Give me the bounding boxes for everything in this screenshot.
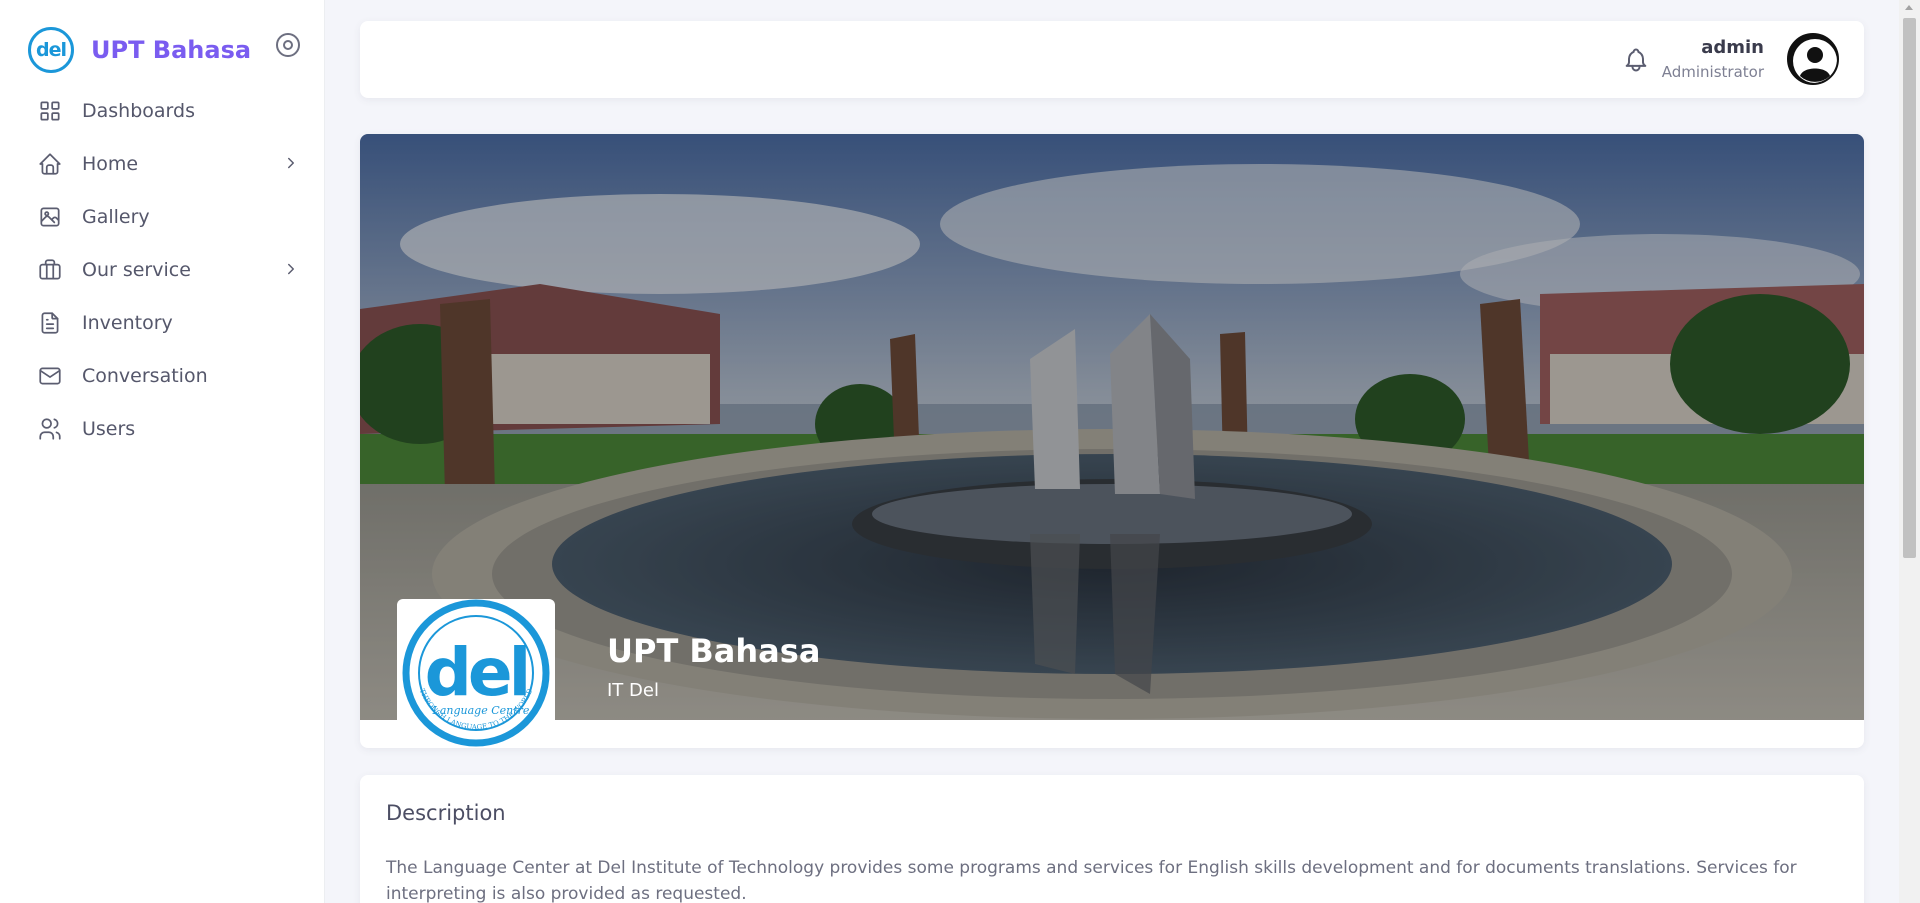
sidebar-item-dashboards[interactable]: Dashboards: [0, 84, 325, 137]
profile-header-card: del Language Centre THROUGH LANGUAGE TO …: [360, 134, 1864, 748]
mail-icon: [36, 362, 64, 390]
image-icon: [36, 203, 64, 231]
profile-title: UPT Bahasa: [607, 632, 821, 670]
profile-subtitle: IT Del: [607, 680, 659, 701]
file-text-icon: [36, 309, 64, 337]
brand[interactable]: del UPT Bahasa: [28, 27, 251, 73]
top-navbar: admin Administrator: [360, 21, 1864, 98]
sidebar-item-label: Users: [82, 417, 136, 440]
briefcase-icon: [36, 256, 64, 284]
page-scrollbar[interactable]: [1899, 0, 1920, 903]
sidebar-item-our-service[interactable]: Our service: [0, 243, 325, 296]
grid-icon: [36, 97, 64, 125]
sidebar-item-label: Home: [82, 152, 139, 175]
user-role: Administrator: [1661, 63, 1764, 81]
sidebar-item-inventory[interactable]: Inventory: [0, 296, 325, 349]
sidebar-item-home[interactable]: Home: [0, 137, 325, 190]
brand-logo-text: del: [36, 39, 67, 61]
banner-overlay: [360, 134, 1864, 720]
brand-name: UPT Bahasa: [91, 36, 252, 64]
sidebar-item-users[interactable]: Users: [0, 402, 325, 455]
description-card: Description The Language Center at Del I…: [360, 775, 1864, 903]
brand-logo: del: [28, 27, 74, 73]
campus-banner-image: [360, 134, 1864, 720]
sidebar-item-label: Inventory: [82, 311, 173, 334]
chevron-right-icon: [282, 260, 300, 278]
users-icon: [36, 415, 64, 443]
home-icon: [36, 150, 64, 178]
profile-logo-text: del: [425, 634, 528, 711]
bell-icon[interactable]: [1622, 46, 1650, 74]
avatar[interactable]: [1787, 33, 1839, 85]
description-text: The Language Center at Del Institute of …: [386, 858, 1797, 903]
sidebar-item-conversation[interactable]: Conversation: [0, 349, 325, 402]
sidebar-item-label: Conversation: [82, 364, 208, 387]
profile-logo: del Language Centre THROUGH LANGUAGE TO …: [397, 599, 555, 747]
sidebar-item-label: Our service: [82, 258, 191, 281]
scrollbar-thumb[interactable]: [1903, 18, 1916, 558]
scroll-up-arrow-icon[interactable]: [1905, 5, 1913, 10]
chevron-right-icon: [282, 154, 300, 172]
sidebar-item-gallery[interactable]: Gallery: [0, 190, 325, 243]
description-title: Description: [386, 801, 506, 825]
sidebar: del UPT Bahasa Dashboards Home Gallery O…: [0, 0, 325, 903]
sidebar-item-label: Gallery: [82, 205, 150, 228]
sidebar-toggle-icon[interactable]: [276, 33, 300, 57]
sidebar-nav: Dashboards Home Gallery Our service Inve…: [0, 84, 325, 455]
user-name: admin: [1701, 37, 1764, 58]
sidebar-item-label: Dashboards: [82, 99, 195, 122]
